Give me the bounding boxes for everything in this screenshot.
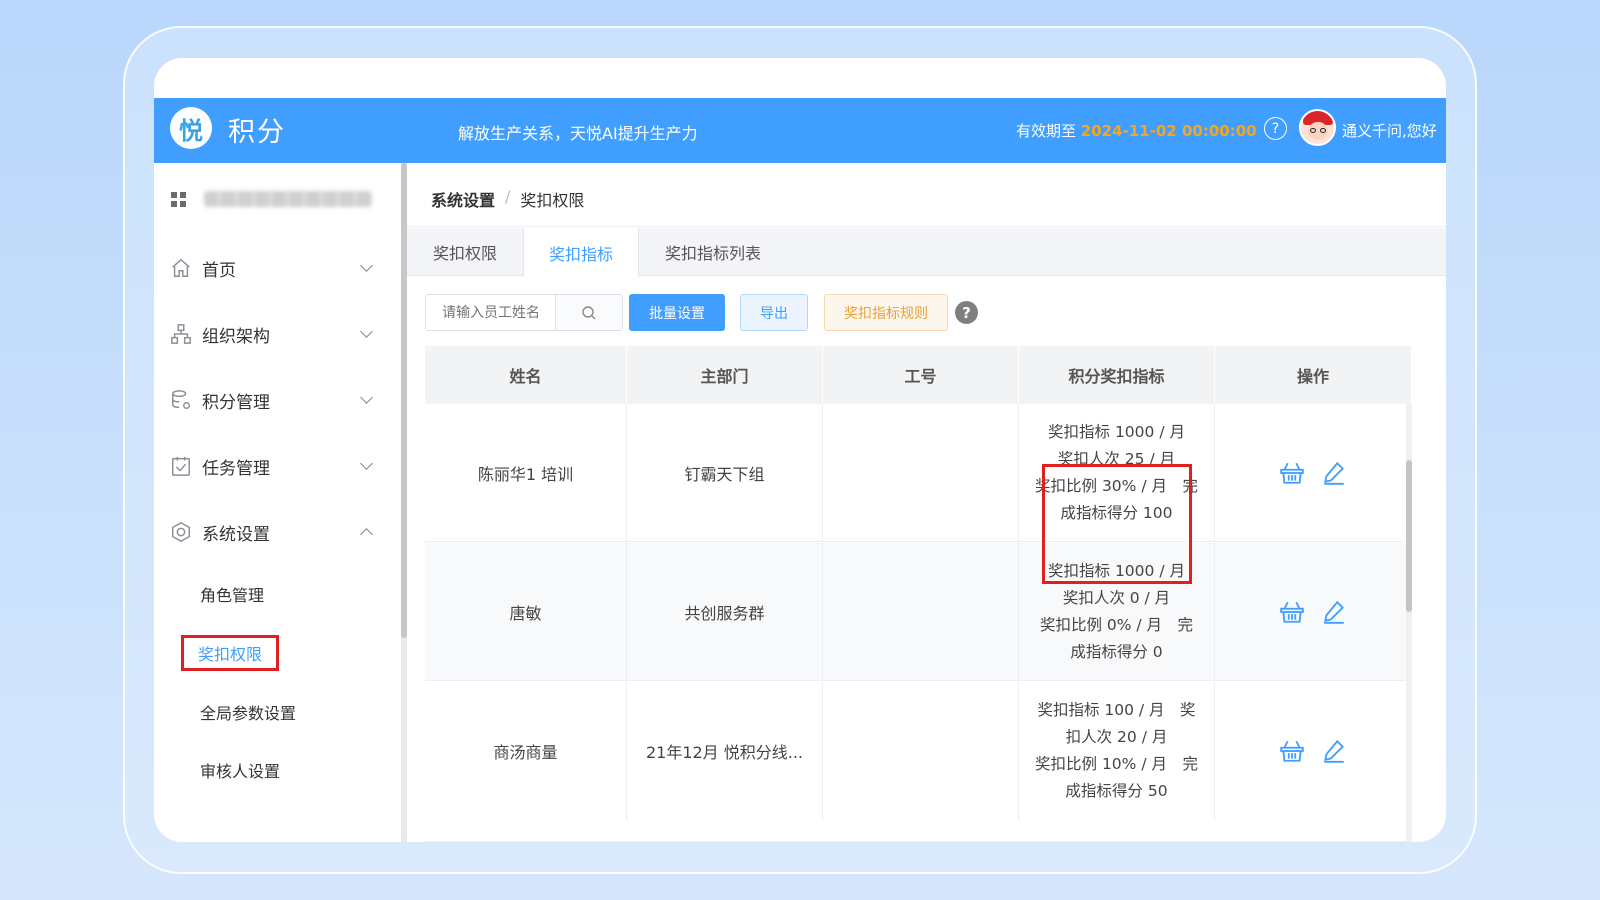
table-header: 姓名 主部门 工号 积分奖扣指标 操作 <box>425 346 1411 404</box>
sidebar-item-label: 首页 <box>202 260 236 281</box>
sidebar-item-tasks[interactable]: 任务管理 <box>154 446 401 486</box>
cell-dept: 21年12月 悦积分线... <box>627 682 823 820</box>
breadcrumb: 系统设置 / 奖扣权限 <box>431 187 584 211</box>
org-chart-icon <box>171 324 191 344</box>
breadcrumb-current: 奖扣权限 <box>520 191 585 210</box>
metric-line: 奖扣指标 1000 / 月 <box>1048 422 1185 441</box>
chevron-down-icon <box>360 325 373 338</box>
column-header: 工号 <box>823 346 1019 404</box>
apps-grid-icon <box>171 191 186 207</box>
top-header: 悦 积分 解放生产关系，天悦AI提升生产力 有效期至 2024-11-02 00… <box>154 98 1446 163</box>
cell-emp-no <box>823 682 1019 820</box>
metric-line: 奖扣人次 0 / 月 <box>1062 588 1171 607</box>
table-row: 唐敏 共创服务群 奖扣指标 1000 / 月 奖扣人次 0 / 月 奖扣比例 0… <box>425 543 1411 681</box>
metric-line: 奖扣比例 10% / 月 完 <box>1035 755 1198 773</box>
settings-hex-icon <box>172 521 190 543</box>
cell-dept: 钉霸天下组 <box>627 404 823 541</box>
submenu-role-management[interactable]: 角色管理 <box>200 582 264 606</box>
home-icon <box>172 258 190 277</box>
question-icon[interactable]: ? <box>955 301 978 324</box>
cell-emp-no <box>823 404 1019 541</box>
edit-icon[interactable] <box>1321 460 1347 486</box>
validity-date: 2024-11-02 00:00:00 <box>1080 122 1257 140</box>
sidebar-item-points[interactable]: 积分管理 <box>154 380 401 420</box>
submenu-reviewer-settings[interactable]: 审核人设置 <box>200 758 280 782</box>
cell-dept: 共创服务群 <box>627 543 823 680</box>
database-gear-icon <box>172 390 190 409</box>
reward-rules-button[interactable]: 奖扣指标规则 <box>824 294 948 331</box>
app-window: 悦 积分 解放生产关系，天悦AI提升生产力 有效期至 2024-11-02 00… <box>154 58 1446 842</box>
cell-name: 陈丽华1 培训 <box>425 404 627 541</box>
sidebar-item-settings[interactable]: 系统设置 <box>154 512 401 552</box>
tab-reward-metrics-list[interactable]: 奖扣指标列表 <box>639 228 787 276</box>
sidebar: 首页 组织架构 积分管理 任务管理 系统设置 角色管理 奖扣权限 全局参数设置 … <box>154 163 401 842</box>
basket-icon[interactable] <box>1279 599 1305 625</box>
sidebar-item-label: 任务管理 <box>202 458 270 479</box>
chevron-down-icon <box>360 391 373 404</box>
table-row: 陈丽华1 培训 钉霸天下组 奖扣指标 1000 / 月 奖扣人次 25 / 月 … <box>425 404 1411 542</box>
column-header: 积分奖扣指标 <box>1019 346 1215 404</box>
validity-info: 有效期至 2024-11-02 00:00:00 <box>1016 120 1257 141</box>
clipboard-check-icon <box>172 456 190 476</box>
column-header: 姓名 <box>425 346 627 404</box>
toolbar: 批量设置 导出 奖扣指标规则 ? <box>407 276 1446 346</box>
search-box <box>425 294 623 331</box>
chevron-down-icon <box>360 457 373 470</box>
edit-icon[interactable] <box>1321 738 1347 764</box>
org-switcher[interactable] <box>171 191 372 207</box>
username-greeting[interactable]: 通义千问,您好 <box>1342 120 1437 141</box>
sidebar-item-org[interactable]: 组织架构 <box>154 314 401 354</box>
search-icon <box>582 305 596 319</box>
avatar[interactable] <box>1299 109 1336 146</box>
cell-actions <box>1215 682 1411 820</box>
cell-actions <box>1215 543 1411 680</box>
metric-line: 奖扣指标 100 / 月 奖 <box>1037 701 1196 719</box>
table-row: 商汤商量 21年12月 悦积分线... 奖扣指标 100 / 月 奖 扣人次 2… <box>425 682 1411 842</box>
sidebar-item-label: 积分管理 <box>202 392 270 413</box>
app-logo: 悦 <box>170 107 212 149</box>
tabs-bar: 奖扣权限 奖扣指标 奖扣指标列表 <box>407 228 1446 277</box>
search-input[interactable] <box>426 295 556 330</box>
validity-label: 有效期至 <box>1016 122 1077 140</box>
breadcrumb-parent[interactable]: 系统设置 <box>431 187 495 211</box>
cell-emp-no <box>823 543 1019 680</box>
edit-icon[interactable] <box>1321 599 1347 625</box>
search-button[interactable] <box>556 295 622 330</box>
tab-reward-permission[interactable]: 奖扣权限 <box>407 228 523 276</box>
metric-line: 成指标得分 50 <box>1065 782 1168 800</box>
export-button[interactable]: 导出 <box>740 294 808 331</box>
breadcrumb-bar: 系统设置 / 奖扣权限 <box>407 163 1446 227</box>
column-header: 主部门 <box>627 346 823 404</box>
column-header: 操作 <box>1296 367 1329 386</box>
submenu-reward-permission[interactable]: 奖扣权限 <box>180 635 280 671</box>
metric-line: 奖扣比例 0% / 月 完 <box>1039 615 1194 634</box>
cell-name: 唐敏 <box>425 543 627 680</box>
breadcrumb-separator: / <box>505 187 511 206</box>
cell-actions <box>1215 404 1411 541</box>
metric-line: 成指标得分 0 <box>1070 642 1163 661</box>
tab-reward-metrics[interactable]: 奖扣指标 <box>523 228 639 277</box>
sidebar-item-label: 组织架构 <box>202 326 270 347</box>
submenu-global-params[interactable]: 全局参数设置 <box>200 700 296 724</box>
cell-metric: 奖扣指标 100 / 月 奖 扣人次 20 / 月 奖扣比例 10% / 月 完… <box>1019 682 1215 820</box>
batch-settings-button[interactable]: 批量设置 <box>629 294 725 331</box>
metric-line: 扣人次 20 / 月 <box>1065 728 1168 746</box>
sidebar-item-home[interactable]: 首页 <box>154 248 401 288</box>
sidebar-item-label: 系统设置 <box>202 524 270 545</box>
basket-icon[interactable] <box>1279 460 1305 486</box>
help-icon[interactable]: ? <box>1264 117 1287 140</box>
chevron-down-icon <box>360 259 373 272</box>
slogan: 解放生产关系，天悦AI提升生产力 <box>458 124 698 143</box>
basket-icon[interactable] <box>1279 738 1305 764</box>
org-name-blurred <box>204 191 372 207</box>
chevron-up-icon <box>360 528 373 541</box>
cell-name: 商汤商量 <box>425 682 627 820</box>
highlight-annotation <box>1042 464 1192 584</box>
table-scrollbar[interactable] <box>1406 404 1412 842</box>
app-title: 积分 <box>228 117 286 148</box>
